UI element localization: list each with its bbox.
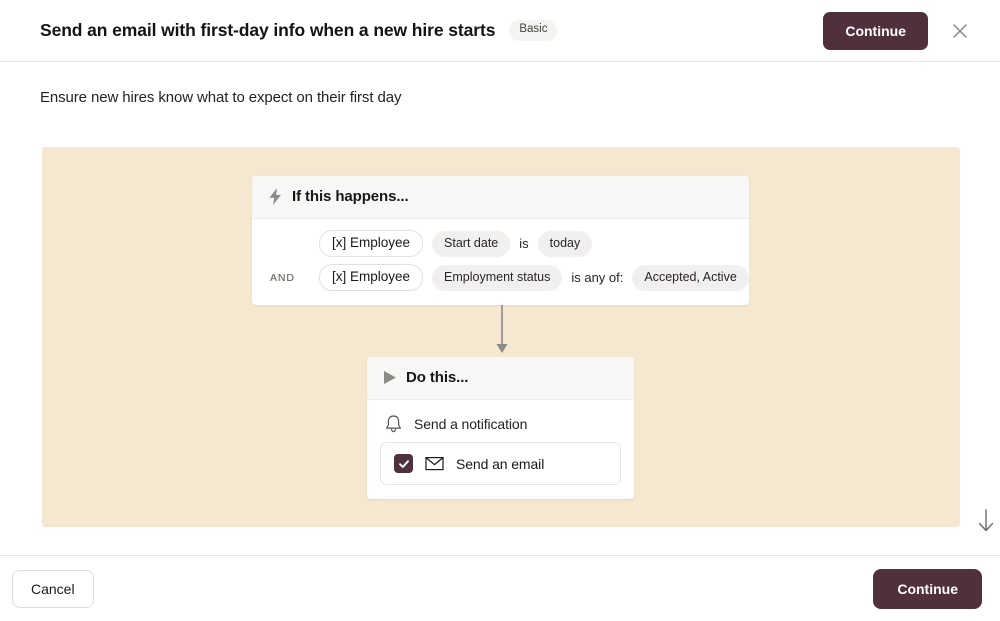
action-card-title: Do this... (406, 369, 469, 386)
continue-button-header[interactable]: Continue (823, 11, 928, 50)
trigger-card-header: If this happens... (252, 176, 749, 219)
continue-button-footer[interactable]: Continue (873, 568, 982, 609)
condition-value-chip[interactable]: Accepted, Active (632, 264, 749, 291)
lightning-bolt-icon (269, 188, 281, 205)
trigger-card-title: If this happens... (292, 188, 409, 205)
condition-value-chip[interactable]: today (537, 230, 593, 257)
condition-row: [x] Employee Start date is today (268, 230, 733, 258)
condition-connector-label: AND (270, 271, 295, 284)
checkmark-icon (398, 459, 409, 468)
condition-field-chip[interactable]: Employment status (432, 264, 563, 291)
trigger-conditions: [x] Employee Start date is today AND [x]… (252, 219, 749, 305)
cancel-button[interactable]: Cancel (12, 569, 94, 608)
action-card[interactable]: Do this... Send a notification Send an e… (367, 357, 634, 499)
action-item-email[interactable]: Send an email (380, 442, 621, 485)
condition-object-chip[interactable]: [x] Employee (319, 264, 424, 292)
page-subtitle: Ensure new hires know what to expect on … (40, 89, 402, 106)
condition-field-chip[interactable]: Start date (432, 230, 511, 257)
dialog-header: Send an email with first-day info when a… (0, 0, 1000, 62)
page-title: Send an email with first-day info when a… (40, 20, 496, 40)
close-icon (953, 23, 967, 38)
trigger-card[interactable]: If this happens... [x] Employee Start da… (252, 176, 749, 306)
envelope-icon (425, 457, 444, 471)
condition-row: AND [x] Employee Employment status is an… (268, 264, 749, 292)
action-item-notification[interactable]: Send a notification (380, 410, 621, 442)
workflow-canvas: If this happens... [x] Employee Start da… (42, 147, 960, 527)
action-item-email-label: Send an email (456, 455, 545, 472)
close-button[interactable] (940, 11, 980, 51)
play-triangle-icon (384, 371, 396, 384)
condition-object-chip[interactable]: [x] Employee (319, 230, 424, 258)
action-card-header: Do this... (367, 357, 634, 400)
condition-operator: is (519, 236, 529, 252)
flow-connector-arrow (496, 305, 508, 353)
condition-operator: is any of: (571, 270, 624, 286)
arrow-down-icon[interactable] (975, 508, 997, 534)
bell-icon (386, 415, 401, 433)
dialog-footer: Cancel Continue (0, 556, 1000, 621)
action-item-notification-label: Send a notification (414, 416, 528, 432)
status-badge: Basic (509, 20, 558, 41)
email-checkbox[interactable] (394, 454, 413, 473)
action-list: Send a notification Send an email (367, 400, 634, 499)
